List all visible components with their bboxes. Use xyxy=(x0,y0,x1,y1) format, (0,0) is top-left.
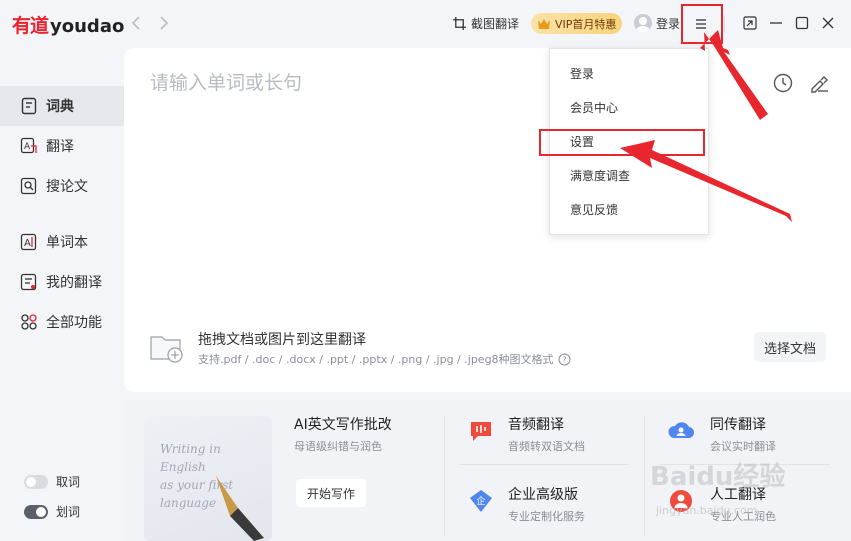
feature-title: 企业高级版 xyxy=(508,487,578,503)
audio-translate-icon xyxy=(471,422,491,441)
sidebar-item-paper-search[interactable]: 搜论文 xyxy=(0,166,124,206)
sidebar-item-wordbook[interactable]: A 单词本 xyxy=(0,222,124,262)
wordbook-icon: A xyxy=(20,233,37,251)
back-arrow-icon[interactable] xyxy=(126,12,146,34)
sidebar-item-label: 翻译 xyxy=(46,139,74,155)
login-button[interactable]: 登录 xyxy=(634,12,680,34)
toggle-word-select[interactable]: 划词 xyxy=(24,503,80,520)
enterprise-icon: 企 xyxy=(470,490,492,512)
start-writing-button[interactable]: 开始写作 xyxy=(296,479,366,507)
sidebar: 词典 A 翻译 搜论文 A 单词本 我的翻译 全部功能 取词 划词 xyxy=(0,48,124,541)
folder-add-icon[interactable] xyxy=(150,332,186,364)
title-separator xyxy=(724,16,725,32)
sidebar-item-label: 词典 xyxy=(46,99,74,115)
watermark-url: jingyan.baidu.com xyxy=(656,504,758,517)
logo-cn-text: 有道 xyxy=(12,15,49,37)
screenshot-translate-button[interactable]: 截图翻译 xyxy=(453,12,519,34)
settings-highlight-box xyxy=(539,129,705,156)
select-document-button[interactable]: 选择文档 xyxy=(754,332,826,362)
menu-item-membership[interactable]: 会员中心 xyxy=(570,99,618,116)
simultaneous-translate-icon xyxy=(668,422,694,439)
all-features-icon xyxy=(21,314,37,330)
help-icon[interactable]: ? xyxy=(558,353,571,366)
sidebar-item-all-features[interactable]: 全部功能 xyxy=(0,302,124,342)
toggle-switch[interactable] xyxy=(24,474,48,489)
supported-formats-text: 支持.pdf / .doc / .docx / .ppt / .pptx / .… xyxy=(198,353,554,366)
maximize-button[interactable] xyxy=(793,14,811,32)
sidebar-item-translate[interactable]: A 翻译 xyxy=(0,126,124,166)
youdao-logo: 有道 youdao xyxy=(12,11,124,38)
svg-text:企: 企 xyxy=(477,495,486,507)
logo-en-text: youdao xyxy=(50,16,125,37)
crown-icon xyxy=(538,18,550,29)
feature-title: AI英文写作批改 xyxy=(294,417,392,433)
feature-subtitle: 母语级纠错与润色 xyxy=(294,440,382,453)
menu-item-survey[interactable]: 满意度调查 xyxy=(570,167,630,184)
sidebar-item-dictionary[interactable]: 词典 xyxy=(0,86,124,126)
crop-icon xyxy=(453,16,466,30)
minimize-button[interactable] xyxy=(767,14,785,32)
svg-text:A: A xyxy=(24,238,31,249)
toggle-word-capture[interactable]: 取词 xyxy=(24,473,80,490)
sidebar-item-label: 搜论文 xyxy=(46,179,88,195)
svg-text:A: A xyxy=(24,142,31,152)
sidebar-item-my-translation[interactable]: 我的翻译 xyxy=(0,262,124,302)
toggle-switch[interactable] xyxy=(24,504,48,519)
sidebar-item-label: 我的翻译 xyxy=(46,275,102,291)
screenshot-translate-label: 截图翻译 xyxy=(471,16,520,31)
feature-title: 音频翻译 xyxy=(508,417,564,433)
menu-item-feedback[interactable]: 意见反馈 xyxy=(570,201,618,218)
sidebar-item-label: 全部功能 xyxy=(46,315,102,331)
fountain-pen-icon xyxy=(216,476,264,541)
feature-divider xyxy=(460,464,628,465)
feature-divider xyxy=(444,416,445,536)
feature-title: 同传翻译 xyxy=(710,417,766,433)
translate-icon: A xyxy=(20,137,37,154)
my-translation-icon xyxy=(20,273,37,291)
feature-subtitle: 音频转双语文档 xyxy=(508,440,585,453)
history-icon[interactable] xyxy=(772,72,794,94)
feature-subtitle: 专业定制化服务 xyxy=(508,510,585,523)
menu-item-login[interactable]: 登录 xyxy=(570,65,594,82)
promo-line: Writing in xyxy=(160,442,221,456)
paper-search-icon xyxy=(20,177,37,195)
feature-divider xyxy=(644,416,645,536)
drop-zone-title: 拖拽文档或图片到这里翻译 xyxy=(198,332,366,348)
minimize-icon xyxy=(770,22,782,24)
forward-arrow-icon[interactable] xyxy=(154,12,174,34)
menu-highlight-box xyxy=(681,4,723,44)
writing-promo-image: Writing in English as your first languag… xyxy=(144,416,272,541)
watermark-text: Baidu经验 xyxy=(650,462,786,492)
toggle-label: 划词 xyxy=(56,505,81,519)
close-button[interactable] xyxy=(819,14,837,32)
vip-promo-badge[interactable]: VIP首月特惠 xyxy=(531,13,622,34)
feature-subtitle: 会议实时翻译 xyxy=(710,440,776,453)
drop-zone-formats: 支持.pdf / .doc / .docx / .ppt / .pptx / .… xyxy=(198,351,571,367)
simultaneous-translate-feature[interactable]: 同传翻译 会议实时翻译 xyxy=(710,414,776,454)
title-bar: 有道 youdao 截图翻译 VIP首月特惠 登录 xyxy=(0,0,851,48)
close-icon xyxy=(822,17,834,29)
main-panel: 拖拽文档或图片到这里翻译 支持.pdf / .doc / .docx / .pp… xyxy=(124,48,851,392)
svg-text:?: ? xyxy=(562,355,566,364)
sidebar-item-label: 单词本 xyxy=(46,235,88,251)
mini-mode-button[interactable] xyxy=(741,14,759,32)
enterprise-feature[interactable]: 企业高级版 专业定制化服务 xyxy=(508,484,585,524)
dictionary-icon xyxy=(21,97,37,115)
maximize-icon xyxy=(795,16,809,30)
audio-translate-feature[interactable]: 音频翻译 音频转双语文档 xyxy=(508,414,585,454)
ai-writing-feature[interactable]: AI英文写作批改 母语级纠错与润色 xyxy=(294,414,392,454)
toggle-label: 取词 xyxy=(56,475,81,489)
shrink-icon xyxy=(743,16,757,30)
avatar-icon xyxy=(634,14,652,32)
vip-label: VIP首月特惠 xyxy=(555,17,617,31)
handwriting-icon[interactable] xyxy=(808,72,830,94)
login-label: 登录 xyxy=(656,16,681,31)
